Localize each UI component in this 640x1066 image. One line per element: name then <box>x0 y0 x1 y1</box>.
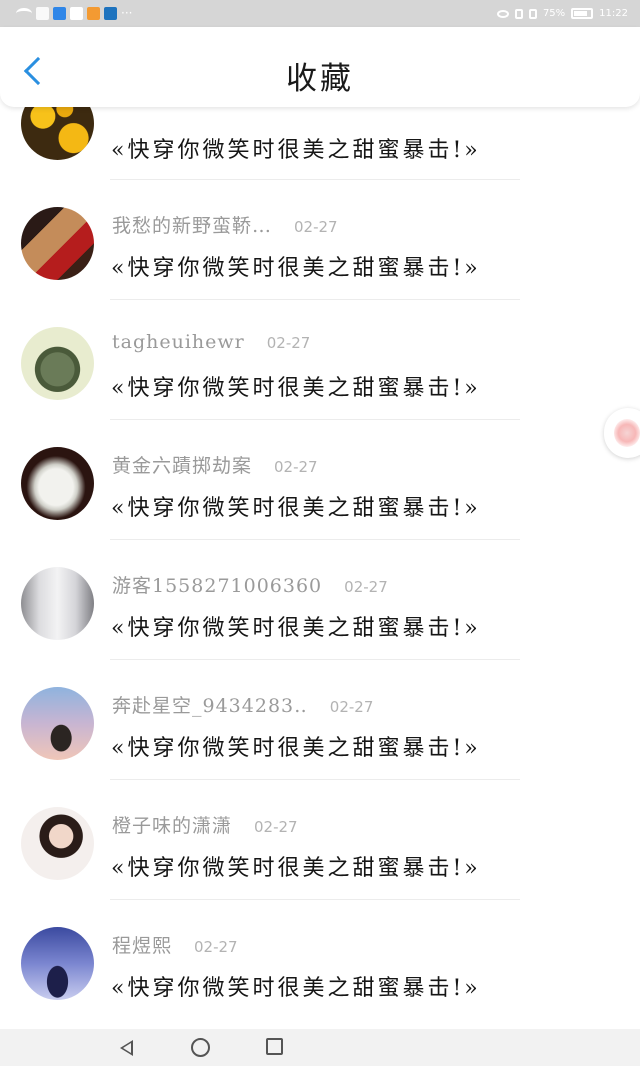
list-item[interactable]: 奔赴星空_9434283‥ 02-27 «快穿你微笑时很美之甜蜜暴击!» <box>0 658 640 780</box>
list-item[interactable]: 游客1558271006360 02-27 «快穿你微笑时很美之甜蜜暴击!» <box>0 538 640 660</box>
item-meta: 黄金六蹟掷劫案 02-27 <box>112 451 318 479</box>
item-date: 02-27 <box>329 698 374 716</box>
item-date: 02-27 <box>294 218 338 236</box>
avatar[interactable] <box>21 447 94 520</box>
avatar[interactable] <box>21 807 94 880</box>
search-app-icon <box>53 7 66 20</box>
avatar[interactable] <box>21 927 94 1000</box>
list-item[interactable]: 程煜熙 02-27 «快穿你微笑时很美之甜蜜暴击!» <box>0 898 640 1018</box>
item-meta: tagheuihewr 02-27 <box>112 331 310 359</box>
item-date: 02-27 <box>344 578 388 596</box>
home-circle-icon[interactable] <box>191 1038 210 1057</box>
favorite-title[interactable]: «快穿你微笑时很美之甜蜜暴击!» <box>111 370 481 402</box>
list-item[interactable]: 黄金六蹟掷劫案 02-27 «快穿你微笑时很美之甜蜜暴击!» <box>0 418 640 540</box>
header: 收藏 <box>0 27 640 107</box>
item-date: 02-27 <box>274 458 318 476</box>
favorite-title[interactable]: «快穿你微笑时很美之甜蜜暴击!» <box>111 970 481 1002</box>
avatar[interactable] <box>21 207 94 280</box>
favorite-title[interactable]: «快穿你微笑时很美之甜蜜暴击!» <box>111 850 481 882</box>
user-name[interactable]: 程煜熙 <box>112 931 172 958</box>
item-meta: 橙子味的潇潇 02-27 <box>112 811 298 839</box>
navigation-bar <box>0 1029 640 1066</box>
more-notifications-icon: ··· <box>121 6 133 20</box>
item-meta: 程煜熙 02-27 <box>112 931 238 959</box>
item-date: 02-27 <box>254 818 298 836</box>
avatar[interactable] <box>21 327 94 400</box>
item-date: 02-27 <box>194 938 238 956</box>
bluetooth-icon <box>514 8 523 19</box>
user-name[interactable]: 奔赴星空_9434283‥ <box>112 691 308 718</box>
user-name[interactable]: tagheuihewr <box>112 331 245 353</box>
favorite-title[interactable]: «快穿你微笑时很美之甜蜜暴击!» <box>111 490 481 522</box>
favorite-title[interactable]: «快穿你微笑时很美之甜蜜暴击!» <box>111 610 481 642</box>
item-meta <box>112 107 134 126</box>
back-triangle-icon[interactable] <box>116 1038 136 1058</box>
eye-comfort-icon <box>496 9 509 18</box>
status-right: 75% 11:22 <box>496 5 628 22</box>
favorites-list[interactable]: «快穿你微笑时很美之甜蜜暴击!» 我愁的新野蛮鞒… 02-27 «快穿你微笑时很… <box>0 107 640 1029</box>
blue-app-icon <box>104 7 117 20</box>
list-item[interactable]: «快穿你微笑时很美之甜蜜暴击!» <box>0 107 640 180</box>
favorite-title[interactable]: «快穿你微笑时很美之甜蜜暴击!» <box>111 132 481 164</box>
battery-percent: 75% <box>542 8 566 19</box>
list-item[interactable]: 我愁的新野蛮鞒… 02-27 «快穿你微笑时很美之甜蜜暴击!» <box>0 178 640 300</box>
avatar[interactable] <box>21 107 94 160</box>
list-item[interactable]: 橙子味的潇潇 02-27 «快穿你微笑时很美之甜蜜暴击!» <box>0 778 640 900</box>
user-name[interactable]: 游客1558271006360 <box>112 571 322 598</box>
favorite-title[interactable]: «快穿你微笑时很美之甜蜜暴击!» <box>111 730 481 762</box>
avatar[interactable] <box>21 567 94 640</box>
item-meta: 游客1558271006360 02-27 <box>112 571 388 599</box>
battery-icon <box>571 8 594 19</box>
status-bar: ··· 75% 11:22 <box>0 0 640 27</box>
user-name[interactable]: 橙子味的潇潇 <box>112 811 232 838</box>
item-meta: 我愁的新野蛮鞒… 02-27 <box>112 211 338 239</box>
clock: 11:22 <box>599 8 628 19</box>
favorite-title[interactable]: «快穿你微笑时很美之甜蜜暴击!» <box>111 250 481 282</box>
user-name[interactable]: 黄金六蹟掷劫案 <box>112 451 252 478</box>
recent-square-icon[interactable] <box>266 1038 283 1055</box>
avatar[interactable] <box>21 687 94 760</box>
wechat-icon <box>70 7 83 20</box>
wifi-icon <box>16 8 32 19</box>
mute-icon <box>528 8 537 19</box>
sim-icon <box>36 7 49 20</box>
user-name[interactable]: 我愁的新野蛮鞒… <box>112 211 272 238</box>
page-title: 收藏 <box>286 61 354 97</box>
status-left: ··· <box>16 5 132 22</box>
floating-badge-icon <box>614 419 640 447</box>
item-date: 02-27 <box>266 334 311 352</box>
item-meta: 奔赴星空_9434283‥ 02-27 <box>112 691 373 719</box>
orange-app-icon <box>87 7 100 20</box>
list-item[interactable]: tagheuihewr 02-27 «快穿你微笑时很美之甜蜜暴击!» <box>0 298 640 420</box>
